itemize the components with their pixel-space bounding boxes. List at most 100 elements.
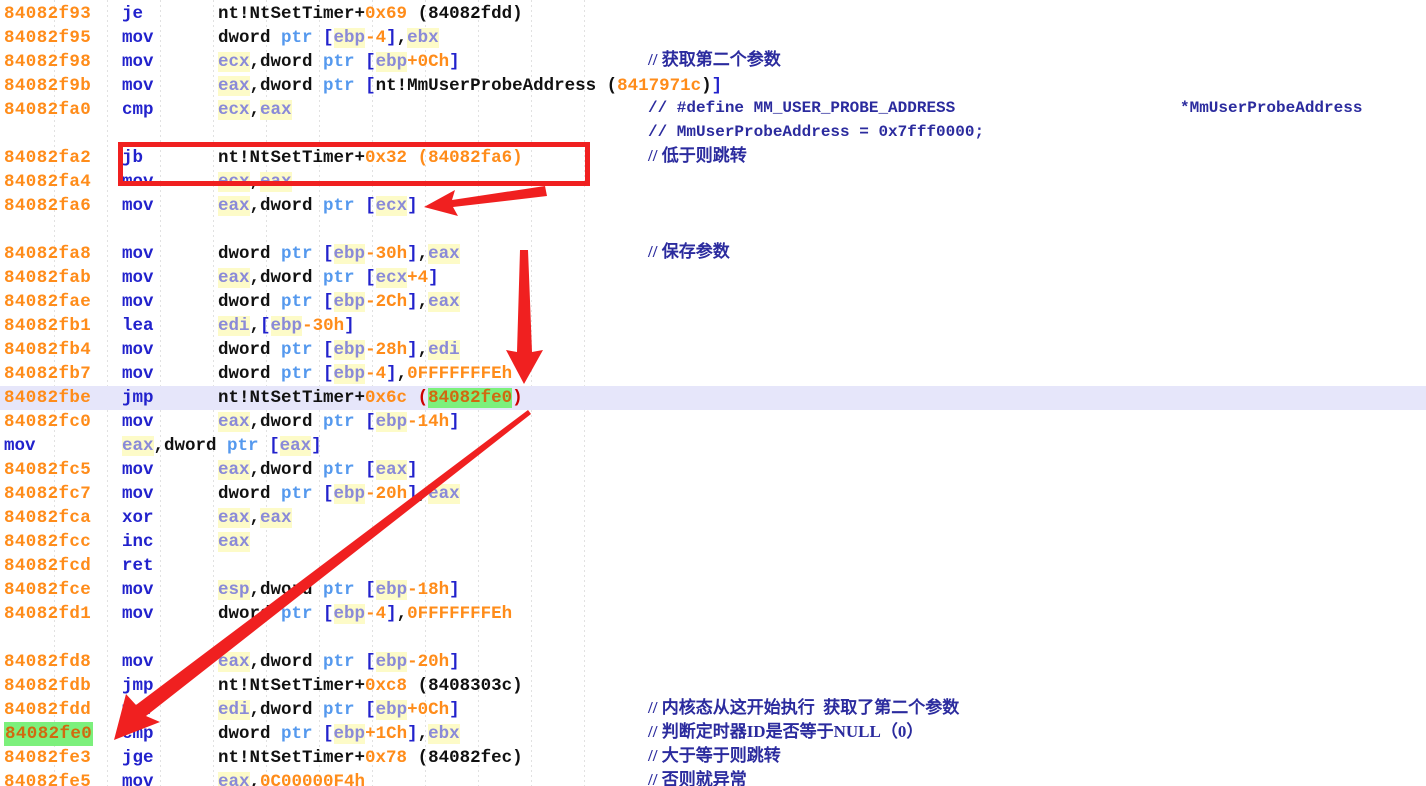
instruction-address[interactable]: 84082fe5 (4, 770, 91, 786)
instruction-address[interactable]: 84082fcd (4, 554, 91, 578)
instruction-operands: dword ptr [ebp-4],0FFFFFFFEh (218, 364, 513, 384)
disassembly-row[interactable]: 84082fdb jmp nt!NtSetTimer+0xc8 (8408303c) (0, 674, 1426, 698)
source-comment: // 内核态从这开始执行 获取了第二个参数 (648, 698, 960, 717)
instruction-operands: dword ptr [ebp-4],0FFFFFFFEh (218, 604, 513, 624)
instruction-address[interactable]: 84082fce (4, 578, 91, 602)
instruction-address[interactable]: 84082fa6 (4, 194, 91, 218)
instruction-address[interactable]: 84082fb7 (4, 362, 91, 386)
disassembly-row[interactable]: 84082fb1 lea edi,[ebp-30h] (0, 314, 1426, 338)
instruction-operands: dword ptr [ebp+1Ch],ebx (218, 724, 460, 744)
instruction-address[interactable]: 84082fa0 (4, 98, 91, 122)
source-comment: // 判断定时器ID是否等于NULL（0） (648, 722, 924, 741)
instruction-mnemonic: mov (122, 292, 154, 312)
instruction-operands: eax,dword ptr [eax] (218, 460, 418, 480)
instruction-address[interactable]: 84082fd1 (4, 602, 91, 626)
instruction-operands: edi,[ebp-30h] (218, 316, 355, 336)
instruction-mnemonic: cmp (122, 724, 154, 744)
source-comment: // 保存参数 (648, 242, 730, 261)
instruction-operands: esp,dword ptr [ebp-18h] (218, 580, 460, 600)
instruction-address[interactable]: 84082fab (4, 266, 91, 290)
instruction-address[interactable]: 84082fa2 (4, 146, 91, 170)
instruction-operands: dword ptr [ebp-30h],eax (218, 244, 460, 264)
disassembly-row[interactable]: 84082fce mov esp,dword ptr [ebp-18h] (0, 578, 1426, 602)
instruction-operands: dword ptr [ebp-20h],eax (218, 484, 460, 504)
instruction-operands: dword ptr [ebp-2Ch],eax (218, 292, 460, 312)
instruction-mnemonic: jge (122, 748, 154, 768)
instruction-address[interactable]: 84082fb1 (4, 314, 91, 338)
instruction-mnemonic: xor (122, 508, 154, 528)
instruction-address[interactable]: 84082fc7 (4, 482, 91, 506)
disassembly-view: 84082f93 je nt!NtSetTimer+0x69 (84082fdd) 8… (0, 0, 1426, 786)
disassembly-row[interactable]: 84082f9b mov eax,dword ptr [nt!MmUserProbe… (0, 74, 1426, 98)
instruction-mnemonic: mov (122, 268, 154, 288)
instruction-address[interactable]: 84082fbe (4, 386, 91, 410)
instruction-address[interactable]: 84082f95 (4, 26, 91, 50)
instruction-address[interactable]: 84082fd8 (4, 650, 91, 674)
disassembly-row[interactable]: 84082fca xor eax,eax (0, 506, 1426, 530)
blank-row (0, 626, 1426, 650)
jb-instruction-highlight-box (118, 142, 590, 186)
disassembly-row[interactable]: 84082fc5 mov eax,dword ptr [eax] (0, 458, 1426, 482)
disassembly-row[interactable]: 84082f95 mov dword ptr [ebp-4],ebx (0, 26, 1426, 50)
instruction-operands: eax,dword ptr [ebp-14h] (218, 412, 460, 432)
instruction-address[interactable]: 84082fa4 (4, 170, 91, 194)
instruction-operands: nt!NtSetTimer+0x78 (84082fec) (218, 748, 523, 768)
instruction-operands: nt!NtSetTimer+0x69 (84082fdd) (218, 4, 523, 24)
source-comment: // 获取第二个参数 (648, 50, 781, 69)
disassembly-row[interactable]: 84082f93 je nt!NtSetTimer+0x69 (84082fdd) (0, 2, 1426, 26)
disassembly-row[interactable]: 84082fa6 mov eax,dword ptr [ecx] (0, 194, 1426, 218)
instruction-address[interactable]: 84082fa8 (4, 242, 91, 266)
source-comment: // 低于则跳转 (648, 146, 747, 165)
disassembly-row[interactable]: 84082fd8 mov eax,dword ptr [ebp-20h] (0, 650, 1426, 674)
instruction-mnemonic: mov (4, 436, 36, 456)
instruction-address[interactable]: 84082f98 (4, 50, 91, 74)
instruction-mnemonic: mov (122, 700, 154, 720)
disassembly-row[interactable]: 84082fd1 mov dword ptr [ebp-4],0FFFFFFFEh (0, 602, 1426, 626)
blank-row (0, 218, 1426, 242)
disassembly-row[interactable]: mov eax,dword ptr [eax] (0, 434, 1426, 458)
instruction-address[interactable]: 84082fae (4, 290, 91, 314)
instruction-operands: eax,dword ptr [ecx+4] (218, 268, 439, 288)
instruction-address[interactable]: 84082f93 (4, 2, 91, 26)
instruction-address[interactable]: 84082fc0 (4, 410, 91, 434)
disassembly-row[interactable]: 84082fc0 mov eax,dword ptr [ebp-14h] (0, 410, 1426, 434)
instruction-address[interactable]: 84082fca (4, 506, 91, 530)
disassembly-row[interactable]: 84082fb4 mov dword ptr [ebp-28h],edi (0, 338, 1426, 362)
source-comment: *MmUserProbeAddress (1180, 99, 1363, 117)
instruction-address[interactable]: 84082f9b (4, 74, 91, 98)
instruction-mnemonic: jmp (122, 676, 154, 696)
instruction-operands: dword ptr [ebp-4],ebx (218, 28, 439, 48)
instruction-mnemonic: mov (122, 412, 154, 432)
disassembly-row[interactable]: 84082fae mov dword ptr [ebp-2Ch],eax (0, 290, 1426, 314)
instruction-operands: eax,0C00000F4h (218, 770, 365, 786)
instruction-address[interactable]: 84082fdb (4, 674, 91, 698)
instruction-mnemonic: mov (122, 28, 154, 48)
instruction-address[interactable]: 84082fc5 (4, 458, 91, 482)
source-comment: // 大于等于则跳转 (648, 746, 781, 765)
instruction-mnemonic: mov (122, 52, 154, 72)
disassembly-row[interactable]: 84082fb7 mov dword ptr [ebp-4],0FFFFFFFEh (0, 362, 1426, 386)
instruction-operands: ecx,dword ptr [ebp+0Ch] (218, 52, 460, 72)
instruction-mnemonic: lea (122, 316, 154, 336)
instruction-address[interactable]: 84082fcc (4, 530, 91, 554)
disassembly-row[interactable]: 84082fcc inc eax (0, 530, 1426, 554)
instruction-mnemonic: mov (122, 580, 154, 600)
disassembly-row[interactable]: 84082fc7 mov dword ptr [ebp-20h],eax (0, 482, 1426, 506)
instruction-operands: ecx,eax (218, 100, 292, 120)
instruction-address[interactable]: 84082fdd (4, 698, 91, 722)
instruction-mnemonic: inc (122, 532, 154, 552)
instruction-mnemonic: cmp (122, 100, 154, 120)
instruction-address[interactable]: 84082fe3 (4, 746, 91, 770)
instruction-mnemonic: mov (122, 604, 154, 624)
instruction-operands: edi,dword ptr [ebp+0Ch] (218, 700, 460, 720)
instruction-address[interactable]: 84082fe0 (4, 722, 94, 746)
instruction-operands: nt!NtSetTimer+0x6c (84082fe0) (218, 388, 523, 408)
instruction-mnemonic: mov (122, 484, 154, 504)
disassembly-row[interactable]: 84082fcd ret (0, 554, 1426, 578)
disassembly-row[interactable]: 84082fab mov eax,dword ptr [ecx+4] (0, 266, 1426, 290)
instruction-address[interactable]: 84082fb4 (4, 338, 91, 362)
instruction-mnemonic: jmp (122, 388, 154, 408)
disassembly-row[interactable]: 84082fbe jmp nt!NtSetTimer+0x6c (84082fe0) (0, 386, 1426, 410)
instruction-operands: eax,dword ptr [ecx] (218, 196, 418, 216)
instruction-mnemonic: mov (122, 460, 154, 480)
